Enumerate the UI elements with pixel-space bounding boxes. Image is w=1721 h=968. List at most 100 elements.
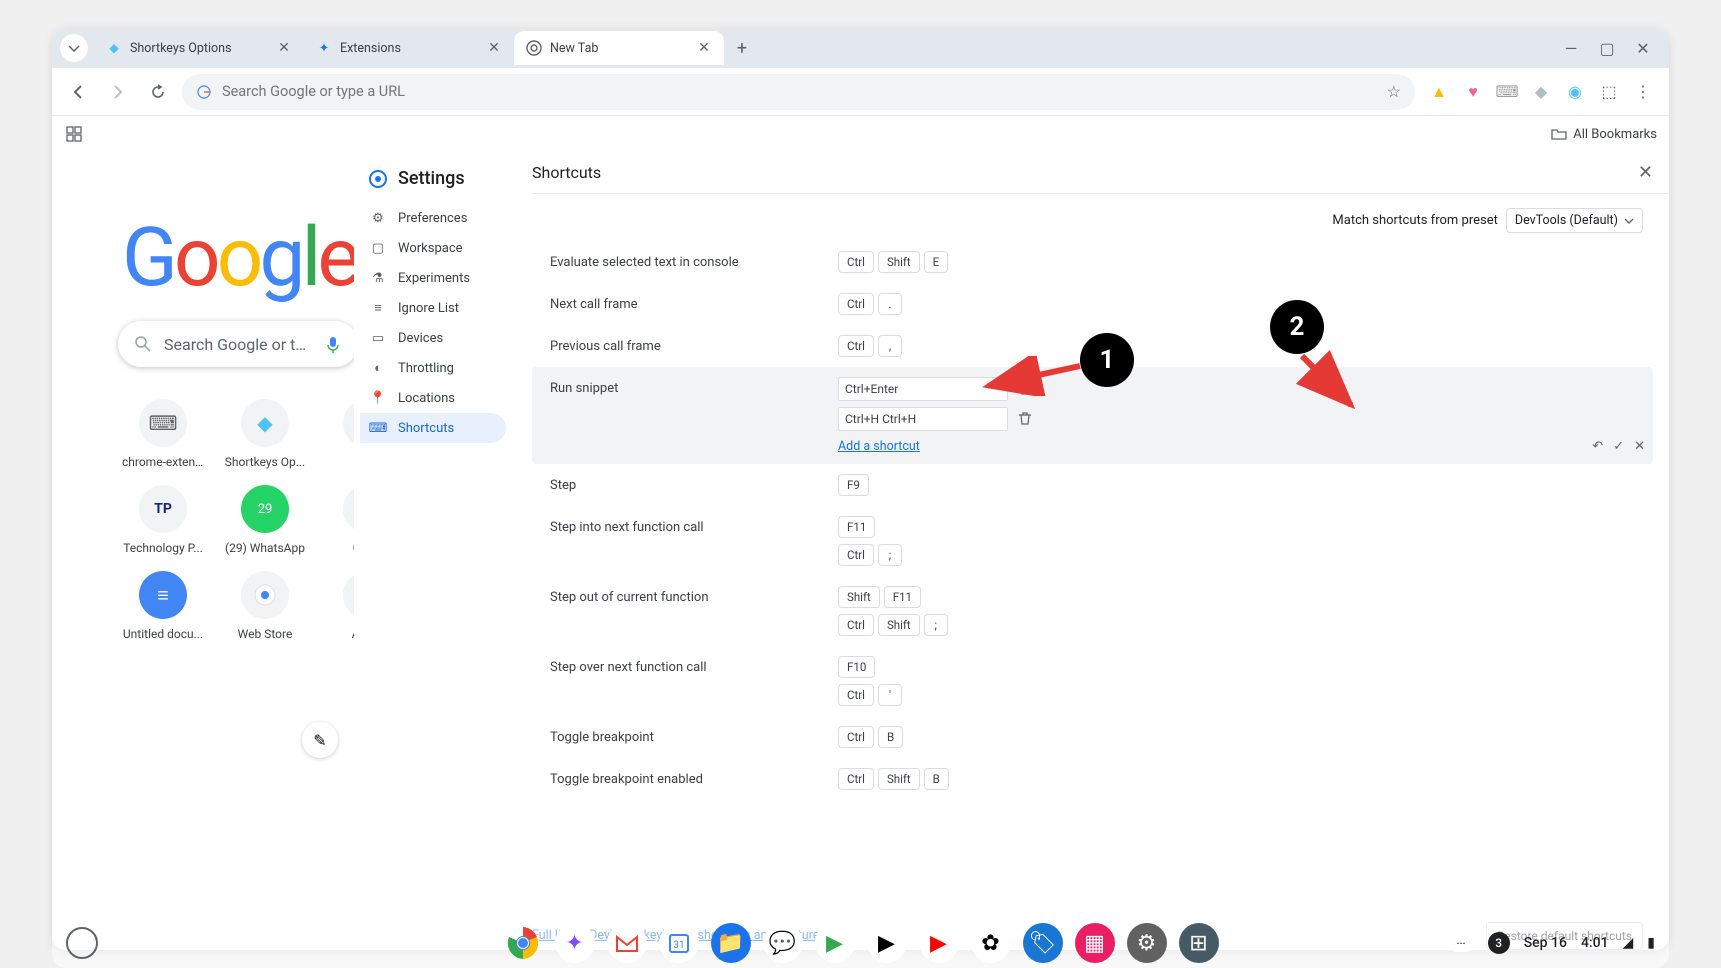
tab-extensions[interactable]: ✦ Extensions ✕ — [304, 31, 514, 65]
close-button[interactable]: ✕ — [1633, 38, 1653, 58]
ime-indicator[interactable]: ··· — [1448, 935, 1473, 952]
settings-item-locations[interactable]: 📍Locations — [360, 383, 506, 413]
app-icon[interactable]: ▦ — [1075, 923, 1115, 963]
ntp-tile[interactable]: TPTechnology P... — [114, 479, 212, 555]
app-icon[interactable]: 🏷 — [1023, 923, 1063, 963]
settings-title: Settings — [398, 168, 465, 189]
shortcut-row[interactable]: Evaluate selected text in consoleCtrlShi… — [532, 241, 1653, 283]
shortcut-row[interactable]: Next call frameCtrl. — [532, 283, 1653, 325]
files-icon[interactable]: 📁 — [711, 923, 751, 963]
ntp-tile[interactable]: Web Store — [216, 565, 314, 641]
key-chip: Ctrl — [838, 614, 874, 636]
close-icon[interactable]: ✕ — [696, 40, 712, 56]
tab-new-tab[interactable]: New Tab ✕ — [514, 31, 724, 65]
chrome-app-icon[interactable] — [503, 923, 543, 963]
shortcut-row[interactable]: Step into next function callF11Ctrl; — [532, 506, 1653, 576]
launcher-button[interactable] — [66, 927, 98, 959]
shortcut-row[interactable]: Toggle breakpointCtrlB — [532, 716, 1653, 758]
settings-item-ignore-list[interactable]: ≡Ignore List — [360, 293, 506, 323]
delete-shortcut-icon[interactable] — [1018, 381, 1034, 397]
notification-count[interactable]: 3 — [1488, 932, 1510, 954]
extensions-button[interactable]: ⬚ — [1599, 82, 1619, 102]
ext-icon-check[interactable]: ◉ — [1565, 82, 1585, 102]
bookmark-star-icon[interactable]: ☆ — [1387, 82, 1401, 101]
gmail-icon[interactable] — [607, 923, 647, 963]
new-tab-button[interactable]: + — [728, 34, 756, 62]
key-chip: ' — [878, 684, 902, 706]
meet-icon[interactable]: ▶ — [815, 923, 855, 963]
delete-shortcut-icon[interactable] — [1018, 411, 1034, 427]
shortcut-label: Next call frame — [550, 293, 822, 312]
time-label: 4:01 — [1581, 935, 1609, 951]
gemini-icon[interactable]: ✦ — [555, 923, 595, 963]
shortcut-input[interactable] — [838, 377, 1008, 401]
forward-button[interactable] — [102, 76, 134, 108]
key-chip: Ctrl — [838, 335, 874, 357]
system-settings-icon[interactable]: ⚙ — [1127, 923, 1167, 963]
play-store-icon[interactable]: ▶ — [867, 923, 907, 963]
key-chip: ; — [878, 544, 902, 566]
reload-button[interactable] — [142, 76, 174, 108]
settings-item-shortcuts[interactable]: ⌨Shortcuts — [360, 413, 506, 443]
add-shortcut-link[interactable]: Add a shortcut — [838, 439, 1034, 454]
settings-item-throttling[interactable]: ◐Throttling — [360, 353, 506, 383]
key-chip: Shift — [838, 586, 880, 608]
tab-shortkeys-options[interactable]: ◆ Shortkeys Options ✕ — [94, 31, 304, 65]
minimize-button[interactable]: — — [1561, 38, 1581, 58]
photos-icon[interactable]: ✿ — [971, 923, 1011, 963]
dock: ✦ 31 📁 💬 ▶ ▶ ▶ ✿ 🏷 ▦ ⚙ ⊞ — [503, 923, 1219, 963]
close-icon[interactable]: ✕ — [276, 40, 292, 56]
shortcut-row[interactable]: Step out of current functionShiftF11Ctrl… — [532, 576, 1653, 646]
key-chip: Shift — [878, 614, 920, 636]
extension-icon: ✦ — [316, 40, 332, 56]
tab-title: New Tab — [550, 41, 688, 56]
close-icon[interactable]: ✕ — [486, 40, 502, 56]
back-button[interactable] — [62, 76, 94, 108]
settings-item-preferences[interactable]: ⚙Preferences — [360, 203, 506, 233]
ntp-search-box[interactable]: Search Google or type a U... — [118, 321, 358, 367]
messages-icon[interactable]: 💬 — [763, 923, 803, 963]
shortcut-label: Previous call frame — [550, 335, 822, 354]
address-input[interactable] — [222, 83, 1377, 100]
ntp-tile[interactable]: 29(29) WhatsApp — [216, 479, 314, 555]
settings-item-experiments[interactable]: ⚗Experiments — [360, 263, 506, 293]
drive-icon[interactable]: ▲ — [1429, 82, 1449, 102]
shortcut-row[interactable]: StepF9 — [532, 464, 1653, 506]
customize-button[interactable]: ✎ — [302, 722, 338, 758]
app-icon[interactable]: ⊞ — [1179, 923, 1219, 963]
close-panel-button[interactable]: ✕ — [1638, 162, 1653, 183]
ext-icon-keyboard[interactable]: ⌨ — [1497, 82, 1517, 102]
status-tray[interactable]: ··· 3 Sep 16 4:01 ◢ ▮ — [1448, 932, 1655, 954]
shortcut-row[interactable]: Step over next function callF10Ctrl' — [532, 646, 1653, 716]
settings-item-devices[interactable]: ▭Devices — [360, 323, 506, 353]
ext-icon-shortkeys[interactable]: ◆ — [1531, 82, 1551, 102]
cancel-icon[interactable]: ✕ — [1634, 439, 1645, 454]
key-chip: B — [924, 768, 949, 790]
folder-icon — [1551, 126, 1567, 142]
key-chip: Ctrl — [838, 544, 874, 566]
shortcut-row[interactable]: Toggle breakpoint enabledCtrlShiftB — [532, 758, 1653, 800]
ntp-tile[interactable]: ≡Untitled docu... — [114, 565, 212, 641]
ext-icon-heart[interactable]: ♥ — [1463, 82, 1483, 102]
maximize-button[interactable]: ▢ — [1597, 38, 1617, 58]
preset-select[interactable]: DevTools (Default) — [1506, 208, 1643, 233]
mic-icon[interactable] — [324, 335, 342, 353]
youtube-icon[interactable]: ▶ — [919, 923, 959, 963]
settings-item-workspace[interactable]: ▢Workspace — [360, 233, 506, 263]
all-bookmarks-button[interactable]: All Bookmarks — [1551, 126, 1657, 142]
ntp-tile[interactable]: ⌨chrome-exten... — [114, 393, 212, 469]
tab-favicon: ◆ — [106, 40, 122, 56]
undo-icon[interactable]: ↶ — [1592, 439, 1603, 454]
shortcut-input[interactable] — [838, 407, 1008, 431]
address-bar[interactable]: ☆ — [182, 74, 1415, 110]
calendar-icon[interactable]: 31 — [659, 923, 699, 963]
key-chip: , — [878, 335, 902, 357]
tab-search-button[interactable] — [60, 34, 88, 62]
ntp-tile[interactable]: ◆Shortkeys Op... — [216, 393, 314, 469]
grid-icon[interactable] — [64, 124, 84, 144]
overflow-menu-button[interactable]: ⋮ — [1633, 82, 1653, 102]
tab-strip: ◆ Shortkeys Options ✕ ✦ Extensions ✕ New… — [52, 28, 1669, 68]
confirm-icon[interactable]: ✓ — [1613, 439, 1624, 454]
settings-sidebar: Settings ⚙Preferences ▢Workspace ⚗Experi… — [354, 152, 512, 950]
tab-title: Extensions — [340, 41, 478, 56]
